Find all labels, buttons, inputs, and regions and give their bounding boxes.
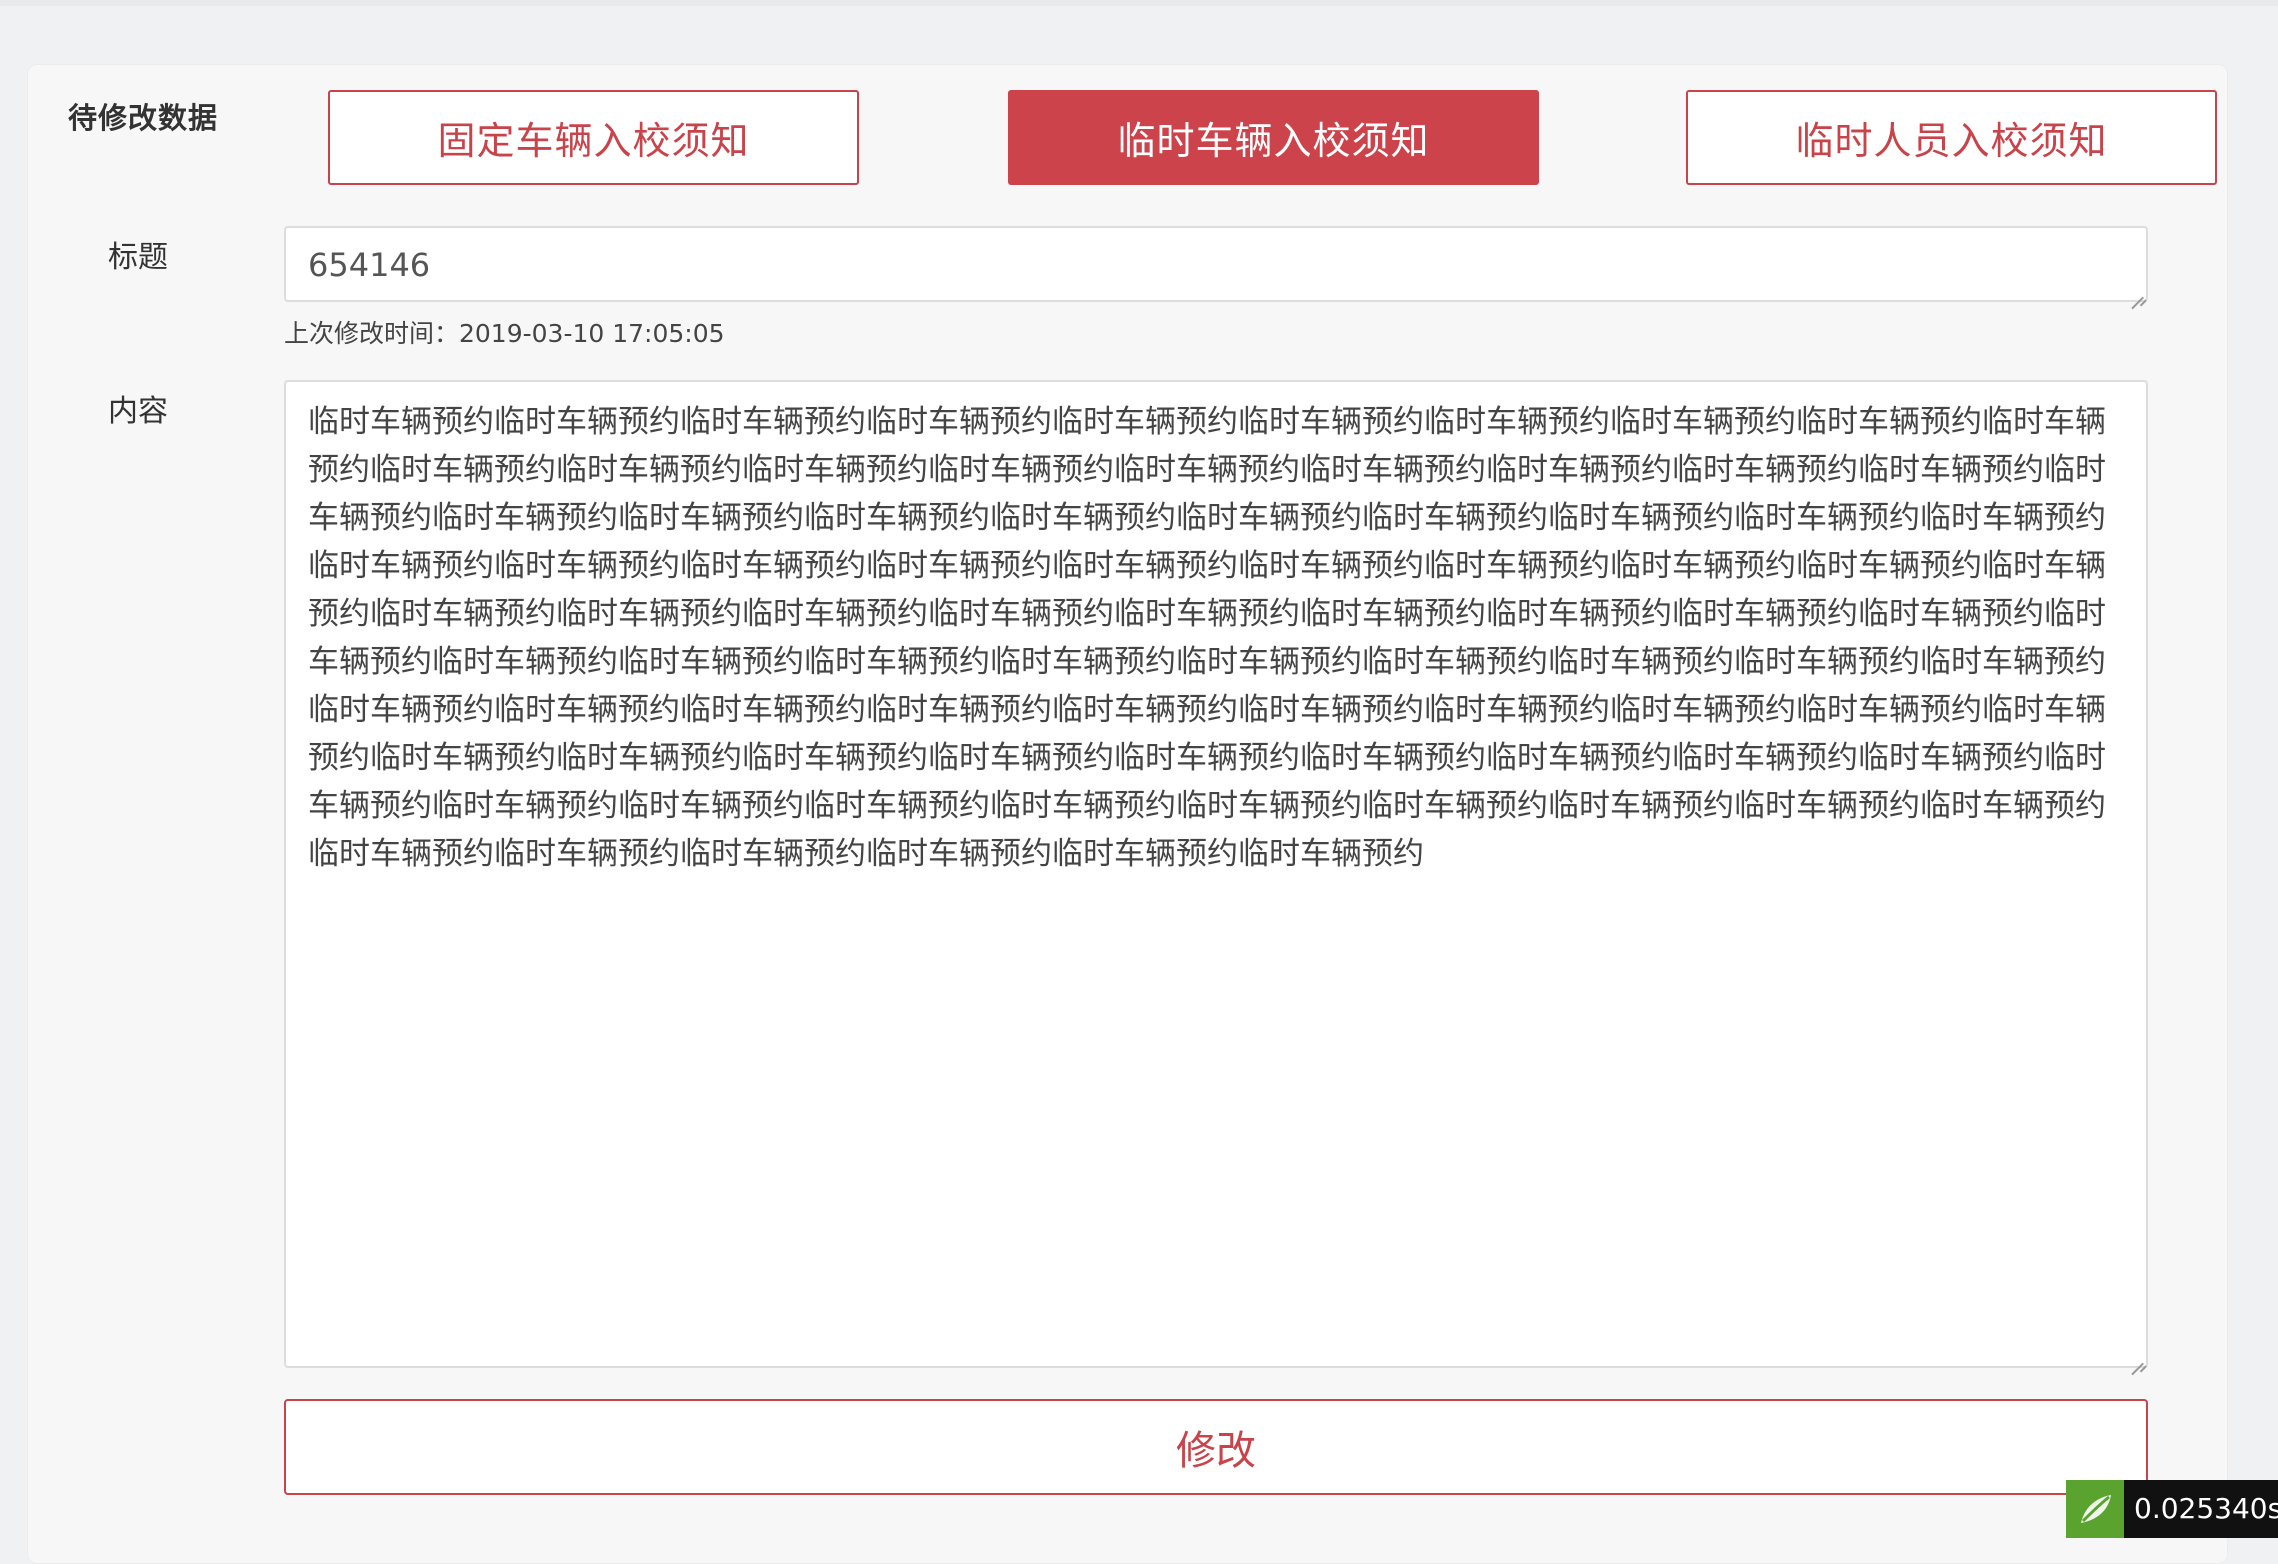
tab-fixed-vehicle-notice[interactable]: 固定车辆入校须知 <box>328 90 859 185</box>
last-modified-time: 上次修改时间：2019-03-10 17:05:05 <box>284 319 725 348</box>
leaf-logo-icon <box>2066 1480 2124 1538</box>
content-label: 内容 <box>108 394 168 429</box>
tab-temporary-vehicle-notice[interactable]: 临时车辆入校须知 <box>1008 90 1539 185</box>
content-textarea[interactable]: 临时车辆预约临时车辆预约临时车辆预约临时车辆预约临时车辆预约临时车辆预约临时车辆… <box>284 380 2148 1368</box>
title-resize-handle[interactable] <box>2130 284 2144 298</box>
modify-button[interactable]: 修改 <box>284 1399 2148 1495</box>
tab-temporary-visitor-notice[interactable]: 临时人员入校须知 <box>1686 90 2217 185</box>
section-title: 待修改数据 <box>68 101 219 135</box>
content-resize-handle[interactable] <box>2130 1350 2144 1364</box>
title-label: 标题 <box>108 240 168 275</box>
title-input[interactable]: 654146 <box>284 226 2148 302</box>
top-strip <box>0 0 2278 6</box>
debug-timer-text: 0.025340s <box>2134 1492 2278 1525</box>
